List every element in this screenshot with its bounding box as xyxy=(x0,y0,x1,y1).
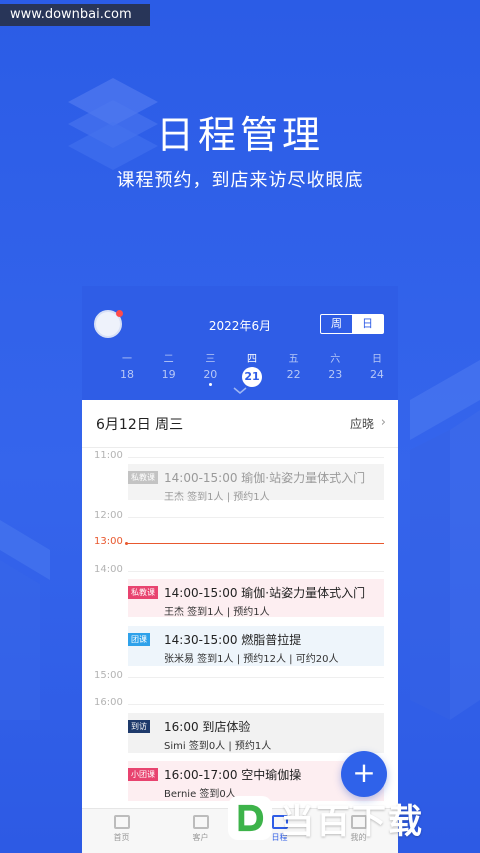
event-card[interactable]: 到访 16:00 到店体验 Simi 签到0人 | 预约1人 xyxy=(128,713,384,753)
current-time-label: 13:00 xyxy=(94,536,123,547)
tab-label: 首页 xyxy=(113,833,130,842)
time-label: 12:00 xyxy=(94,510,123,521)
event-title: 14:00-15:00 瑜伽·站姿力量体式入门 xyxy=(164,471,366,485)
divider xyxy=(128,517,384,518)
divider xyxy=(128,704,384,705)
chevron-right-icon[interactable]: › xyxy=(381,415,386,430)
day-thu-today[interactable]: 四 21 xyxy=(239,350,265,387)
event-meta: Simi 签到0人 | 预约1人 xyxy=(164,741,272,752)
date-bar: 6月12日 周三 应晓 › xyxy=(82,400,398,448)
calendar-header: 2022年6月 周 日 一 18 二 19 三 20 四 21 五 22 六 2… xyxy=(82,286,398,400)
view-toggle: 周 日 xyxy=(320,314,384,334)
time-label: 14:00 xyxy=(94,564,123,575)
day-fri[interactable]: 五 22 xyxy=(281,350,307,387)
staff-filter[interactable]: 应晓 xyxy=(350,415,374,432)
site-watermark: www.downbai.com xyxy=(0,4,150,26)
week-strip: 一 18 二 19 三 20 四 21 五 22 六 23 日 24 xyxy=(114,350,390,387)
brand-logo-icon xyxy=(228,796,272,840)
weekday-label: 二 xyxy=(163,354,174,365)
day-number: 18 xyxy=(120,368,134,381)
hero-title: 日程管理 xyxy=(155,113,324,157)
home-icon xyxy=(113,815,130,829)
event-title: 14:30-15:00 燃脂普拉提 xyxy=(164,633,302,647)
event-tag: 团课 xyxy=(128,633,150,646)
brand-name: 当百下载 xyxy=(280,801,424,842)
app-screen: 2022年6月 周 日 一 18 二 19 三 20 四 21 五 22 六 2… xyxy=(82,286,398,853)
time-label: 15:00 xyxy=(94,670,123,681)
day-number: 19 xyxy=(161,368,176,381)
divider xyxy=(128,571,384,572)
day-sat[interactable]: 六 23 xyxy=(322,350,348,387)
divider xyxy=(128,457,384,458)
day-number: 23 xyxy=(328,368,343,381)
time-label: 11:00 xyxy=(94,450,123,461)
event-card[interactable]: 私教课 14:00-15:00 瑜伽·站姿力量体式入门 王杰 签到1人 | 预约… xyxy=(128,464,384,503)
event-tag: 小团课 xyxy=(128,768,158,781)
day-wed[interactable]: 三 20 xyxy=(197,350,223,387)
tab-home[interactable]: 首页 xyxy=(82,809,161,853)
event-title: 14:00-15:00 瑜伽·站姿力量体式入门 xyxy=(164,586,366,600)
day-mon[interactable]: 一 18 xyxy=(114,350,140,387)
day-sun[interactable]: 日 24 xyxy=(364,350,390,387)
weekday-label: 日 xyxy=(371,354,382,365)
divider xyxy=(128,677,384,678)
day-number: 22 xyxy=(286,368,301,381)
stripes-decoration-icon xyxy=(390,360,480,720)
event-meta: 王杰 签到1人 | 预约1人 xyxy=(164,607,270,618)
current-time-line xyxy=(126,543,384,544)
toggle-day[interactable]: 日 xyxy=(352,315,383,333)
toggle-week[interactable]: 周 xyxy=(321,315,352,333)
tab-label: 客户 xyxy=(192,833,209,842)
chevron-down-icon[interactable] xyxy=(232,386,248,396)
day-number: 21 xyxy=(241,367,262,387)
hero-subtitle: 课程预约，到店来访尽收眼底 xyxy=(116,170,364,191)
weekday-label: 五 xyxy=(288,354,299,365)
event-card[interactable]: 团课 14:30-15:00 燃脂普拉提 张米易 签到1人 | 预约12人 | … xyxy=(128,626,384,666)
weekday-label: 六 xyxy=(330,354,341,365)
event-tag: 私教课 xyxy=(128,586,158,599)
weekday-label: 三 xyxy=(205,354,216,365)
selected-date: 6月12日 周三 xyxy=(96,417,184,433)
day-number: 24 xyxy=(369,368,384,381)
event-meta: 王杰 签到1人 | 预约1人 xyxy=(164,492,270,503)
event-tag: 私教课 xyxy=(128,471,158,484)
event-meta: 张米易 签到1人 | 预约12人 | 可约20人 xyxy=(164,654,339,665)
brand-watermark: 当百下载 xyxy=(228,790,480,846)
stripes-left-decoration-icon xyxy=(0,520,60,720)
event-dot-icon xyxy=(208,383,212,386)
weekday-label: 四 xyxy=(246,354,257,365)
event-tag: 到访 xyxy=(128,720,150,733)
weekday-label: 一 xyxy=(122,354,132,365)
day-tue[interactable]: 二 19 xyxy=(156,350,182,387)
time-label: 16:00 xyxy=(94,697,123,708)
event-title: 16:00 到店体验 xyxy=(164,720,251,734)
customer-icon xyxy=(192,815,209,829)
event-card[interactable]: 私教课 14:00-15:00 瑜伽·站姿力量体式入门 王杰 签到1人 | 预约… xyxy=(128,579,384,618)
day-number: 20 xyxy=(203,368,218,381)
